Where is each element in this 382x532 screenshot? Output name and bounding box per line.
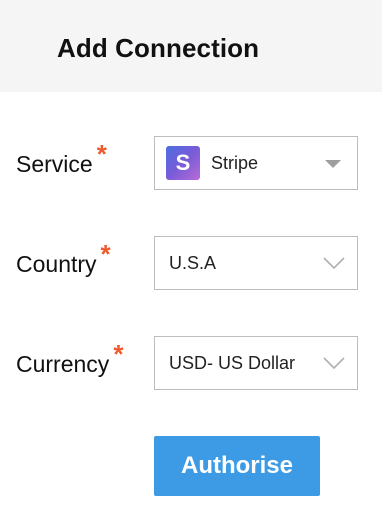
service-label-text: Service xyxy=(16,150,93,177)
required-asterisk: * xyxy=(96,138,107,169)
chevron-down-icon xyxy=(323,357,345,370)
service-select-value: Stripe xyxy=(211,152,259,173)
chevron-down-icon xyxy=(323,257,345,270)
currency-label-text: Currency xyxy=(16,350,110,377)
authorise-button[interactable]: Authorise xyxy=(154,436,320,496)
stripe-logo-icon: S xyxy=(166,146,200,180)
country-select[interactable]: U.S.A xyxy=(154,236,358,290)
caret-down-icon xyxy=(325,160,341,168)
dialog-header: Add Connection xyxy=(0,0,382,92)
currency-select[interactable]: USD- US Dollar xyxy=(154,336,358,390)
service-row: Service * S Stripe xyxy=(0,136,382,196)
currency-select-value: USD- US Dollar xyxy=(169,352,296,373)
currency-label: Currency * xyxy=(16,336,123,392)
country-select-value: U.S.A xyxy=(169,252,217,273)
country-row: Country * U.S.A xyxy=(0,236,382,296)
country-label-text: Country xyxy=(16,250,97,277)
dialog-title: Add Connection xyxy=(57,33,260,63)
required-asterisk: * xyxy=(100,238,111,269)
country-label: Country * xyxy=(16,236,111,292)
service-select[interactable]: S Stripe xyxy=(154,136,358,190)
currency-row: Currency * USD- US Dollar xyxy=(0,336,382,396)
required-asterisk: * xyxy=(113,338,124,369)
service-label: Service * xyxy=(16,136,107,192)
